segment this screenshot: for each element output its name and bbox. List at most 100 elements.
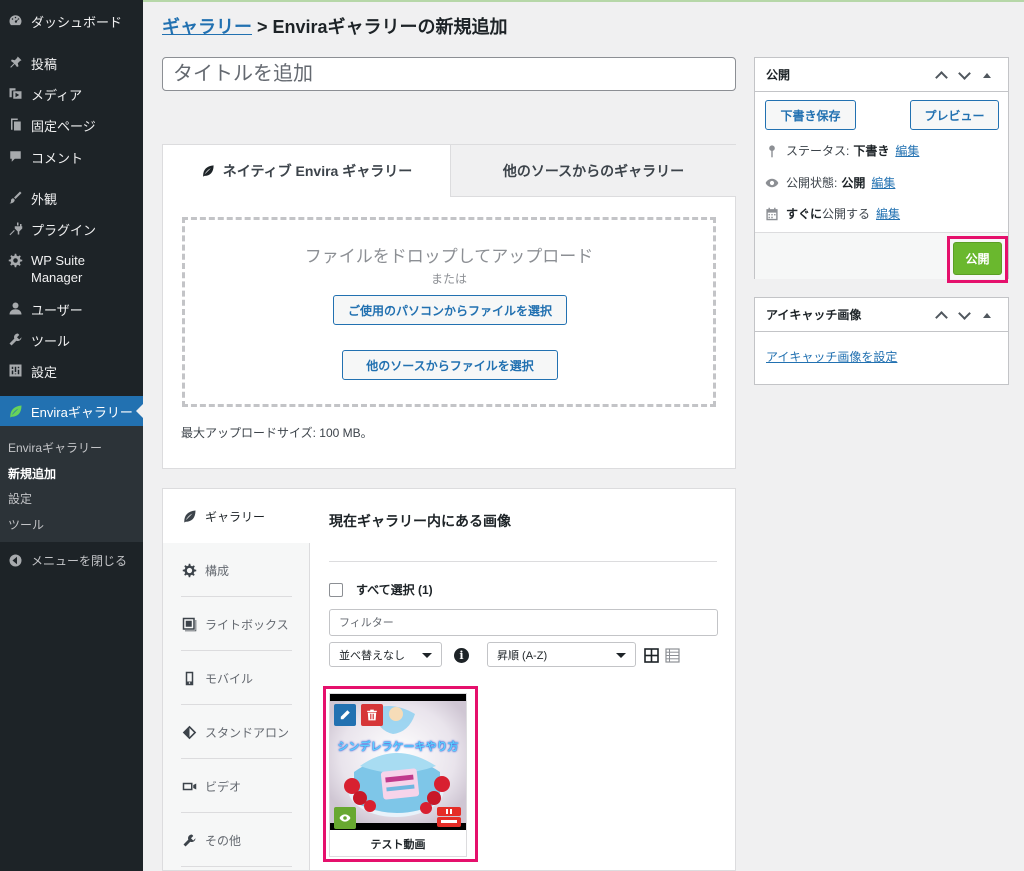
- set-featured-image-link[interactable]: アイキャッチ画像を設定: [766, 348, 897, 365]
- gear-icon: [181, 562, 197, 578]
- status-row: ステータス: 下書き 編集: [764, 142, 919, 159]
- sidebar-item-settings[interactable]: 設定: [0, 362, 143, 381]
- pencil-icon: [340, 710, 350, 720]
- edit-status-link[interactable]: 編集: [895, 142, 919, 159]
- edit-image-button[interactable]: [334, 704, 356, 726]
- edit-schedule-link[interactable]: 編集: [876, 205, 900, 222]
- collapse-toggle-icon[interactable]: [983, 72, 991, 78]
- sidebar-item-wp-suite-manager[interactable]: WP Suite Manager: [0, 252, 143, 286]
- gallery-image-card[interactable]: シンデレラケーキやり方 テスト動画: [329, 693, 467, 857]
- info-icon[interactable]: i: [454, 648, 469, 663]
- tab-mobile[interactable]: モバイル: [163, 651, 310, 705]
- sidebar-item-dashboard[interactable]: ダッシュボード: [0, 12, 143, 31]
- top-border: [143, 0, 1024, 2]
- schedule-label: 公開する: [822, 207, 871, 221]
- sidebar-item-tools[interactable]: ツール: [0, 331, 143, 350]
- sidebar-label: 投稿: [31, 57, 58, 72]
- sidebar-item-pages[interactable]: 固定ページ: [0, 116, 143, 135]
- featured-image-title: アイキャッチ画像: [766, 308, 862, 322]
- sidebar-item-plugins[interactable]: プラグイン: [0, 220, 143, 239]
- select-all-checkbox[interactable]: [329, 582, 343, 597]
- thumbnail-caption: シンデレラケーキやり方: [337, 741, 459, 753]
- schedule-row: すぐに 公開する 編集: [764, 205, 900, 222]
- upload-panel: ネイティブ Envira ギャラリー 他のソースからのギャラリー ファイルをドロ…: [162, 144, 736, 469]
- gallery-title-input[interactable]: [162, 57, 736, 91]
- tab-label: その他: [205, 833, 242, 848]
- move-down-icon[interactable]: [958, 66, 971, 80]
- tab-label: 構成: [205, 563, 230, 578]
- sidebar-label: ツール: [31, 334, 71, 349]
- list-view-icon[interactable]: [665, 648, 680, 663]
- visibility-label: 公開状態:: [786, 176, 838, 190]
- tab-config[interactable]: 構成: [163, 543, 310, 597]
- save-draft-button[interactable]: 下書き保存: [765, 100, 856, 130]
- status-label: ステータス:: [786, 144, 850, 158]
- move-down-icon[interactable]: [958, 306, 971, 320]
- select-files-from-computer-button[interactable]: ご使用のパソコンからファイルを選択: [333, 295, 567, 325]
- drop-title: ファイルをドロップしてアップロード: [304, 247, 594, 266]
- sidebar-label: ユーザー: [31, 303, 83, 318]
- sidebar-label: 外観: [31, 192, 58, 207]
- submenu-add-new[interactable]: 新規追加: [8, 465, 56, 482]
- calendar-icon: [764, 206, 780, 222]
- envira-leaf-icon: [7, 403, 23, 419]
- gallery-settings-panel: ギャラリー 構成 ライトボックス モバイル スタンドアロン ビデオ その他 現在…: [162, 488, 736, 871]
- comment-icon: [7, 148, 23, 164]
- tab-gallery[interactable]: ギャラリー: [163, 489, 311, 543]
- publish-button[interactable]: 公開: [953, 242, 1002, 275]
- file-drop-zone[interactable]: ファイルをドロップしてアップロード または ご使用のパソコンからファイルを選択 …: [182, 217, 716, 407]
- sidebar-item-media[interactable]: メディア: [0, 85, 143, 104]
- image-thumbnail: シンデレラケーキやり方: [330, 694, 466, 830]
- sort-select[interactable]: 並べ替えなし: [329, 642, 442, 667]
- preview-button[interactable]: プレビュー: [910, 100, 999, 130]
- page-icon: [7, 116, 23, 132]
- order-select-value: 昇順 (A-Z): [497, 649, 548, 662]
- collapse-toggle-icon[interactable]: [983, 312, 991, 318]
- submenu-settings[interactable]: 設定: [8, 490, 32, 507]
- sidebar-item-appearance[interactable]: 外観: [0, 189, 143, 208]
- metabox-controls: [935, 58, 991, 92]
- tab-standalone[interactable]: スタンドアロン: [163, 705, 310, 759]
- chevron-down-icon: [616, 653, 626, 658]
- metabox-controls: [935, 298, 991, 332]
- select-files-from-other-sources-button[interactable]: 他のソースからファイルを選択: [342, 350, 558, 380]
- collapse-label: メニューを閉じる: [31, 554, 128, 568]
- pin-icon: [7, 54, 23, 70]
- tab-other-sources[interactable]: 他のソースからのギャラリー: [450, 145, 736, 197]
- featured-image-metabox: アイキャッチ画像 アイキャッチ画像を設定: [754, 297, 1009, 385]
- image-title: テスト動画: [370, 839, 426, 851]
- filter-input[interactable]: [329, 609, 718, 636]
- tab-native-envira-gallery[interactable]: ネイティブ Envira ギャラリー: [163, 145, 450, 197]
- breadcrumb-separator: >: [252, 17, 273, 37]
- trash-icon: [367, 709, 377, 721]
- sidebar-item-comments[interactable]: コメント: [0, 148, 143, 167]
- view-image-button[interactable]: [334, 807, 356, 829]
- breadcrumb-gallery-link[interactable]: ギャラリー: [162, 17, 252, 37]
- sidebar-item-posts[interactable]: 投稿: [0, 54, 143, 73]
- youtube-badge-icon: [437, 807, 461, 827]
- sidebar-submenu: Enviraギャラリー 新規追加 設定 ツール: [0, 426, 143, 542]
- chevron-down-icon: [422, 653, 432, 658]
- tab-misc[interactable]: その他: [163, 813, 310, 867]
- delete-image-button[interactable]: [361, 704, 383, 726]
- move-up-icon[interactable]: [935, 311, 948, 324]
- tab-label: ビデオ: [205, 779, 242, 794]
- sidebar-label: Enviraギャラリー: [31, 404, 133, 420]
- submenu-envira-gallery[interactable]: Enviraギャラリー: [8, 439, 102, 456]
- brush-icon: [7, 189, 23, 205]
- tab-other-label: 他のソースからのギャラリー: [502, 162, 685, 179]
- gear-icon: [7, 252, 23, 268]
- edit-visibility-link[interactable]: 編集: [871, 174, 895, 191]
- move-up-icon[interactable]: [935, 71, 948, 84]
- tab-video[interactable]: ビデオ: [163, 759, 310, 813]
- user-icon: [7, 300, 23, 316]
- grid-view-icon[interactable]: [644, 648, 659, 663]
- sidebar-item-users[interactable]: ユーザー: [0, 300, 143, 319]
- tab-lightbox[interactable]: ライトボックス: [163, 597, 310, 651]
- wrench-icon: [181, 832, 197, 848]
- order-select[interactable]: 昇順 (A-Z): [487, 642, 636, 667]
- collapse-menu-button[interactable]: メニューを閉じる: [0, 552, 143, 569]
- submenu-tools[interactable]: ツール: [8, 516, 44, 533]
- select-all-row[interactable]: すべて選択 (1): [329, 581, 433, 598]
- sidebar-item-envira-gallery[interactable]: Enviraギャラリー: [0, 396, 143, 426]
